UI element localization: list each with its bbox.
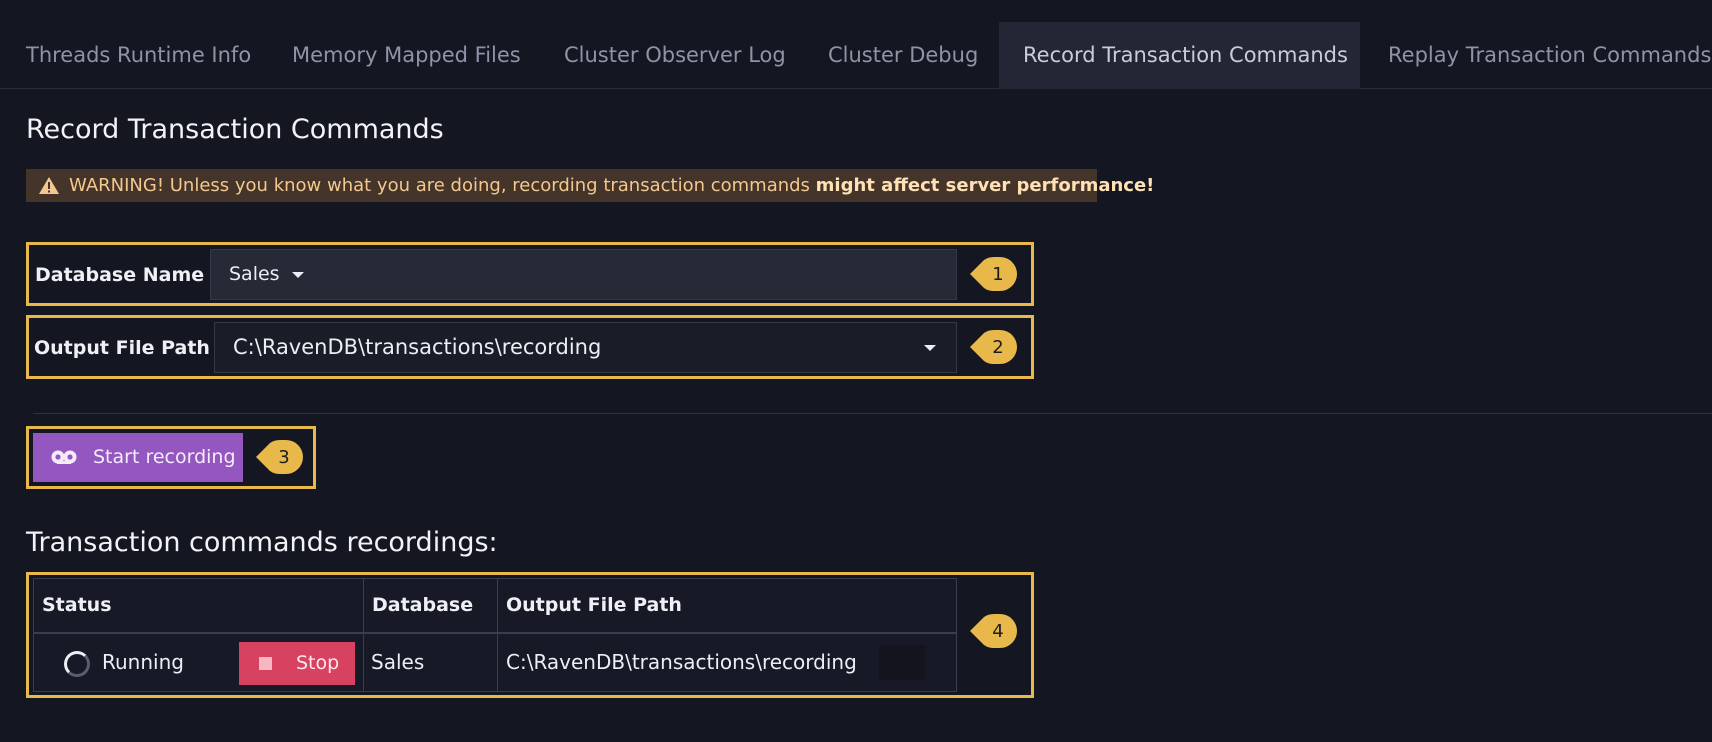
tab-cluster-debug[interactable]: Cluster Debug [828,22,978,89]
tab-replay-transaction-commands[interactable]: Replay Transaction Commands [1388,22,1711,89]
stop-button[interactable]: Stop [239,642,355,685]
column-divider [363,579,364,691]
database-name-label: Database Name [35,264,205,286]
output-file-path-input[interactable]: C:\RavenDB\transactions\recording [214,322,957,373]
tab-threads-runtime-info[interactable]: Threads Runtime Info [26,22,251,89]
warning-emphasis: might affect server performance! [815,175,1155,196]
warning-triangle-icon [39,177,59,194]
loading-spinner-icon [64,651,90,677]
callout-3: 3 [256,440,303,474]
callout-1: 1 [970,257,1017,291]
tab-memory-mapped-files[interactable]: Memory Mapped Files [292,22,521,89]
recording-database: Sales [371,650,425,674]
start-recording-label: Start recording [93,446,236,468]
output-file-path-label: Output File Path [34,337,210,359]
database-select-value: Sales [229,263,280,285]
database-select[interactable]: Sales [210,249,957,300]
tab-bar: Threads Runtime Info Memory Mapped Files… [0,22,1712,89]
output-file-path-value: C:\RavenDB\transactions\recording [233,335,602,359]
column-header-database: Database [372,594,474,616]
chevron-down-icon [291,271,304,278]
page-title: Record Transaction Commands [26,114,444,145]
recordings-title: Transaction commands recordings: [26,527,498,558]
warning-text: WARNING! Unless you know what you are do… [69,175,816,196]
record-icon [51,450,77,464]
recordings-table: Status Database Output File Path Running… [33,578,957,692]
column-divider [497,579,498,691]
recording-path: C:\RavenDB\transactions\recording [506,650,857,674]
callout-4: 4 [970,614,1017,648]
callout-1-number: 1 [992,264,1003,285]
callout-2: 2 [970,330,1017,364]
recording-status: Running [102,650,184,674]
warning-banner: WARNING! Unless you know what you are do… [26,169,1154,202]
tab-record-transaction-commands[interactable]: Record Transaction Commands [999,22,1360,89]
stop-label: Stop [296,652,340,674]
start-recording-button[interactable]: Start recording [33,433,243,482]
section-divider [33,413,1712,414]
callout-4-number: 4 [992,621,1003,642]
chevron-down-icon[interactable] [924,345,936,351]
copy-button[interactable] [879,645,925,680]
callout-3-number: 3 [278,447,289,468]
tab-cluster-observer-log[interactable]: Cluster Observer Log [564,22,786,89]
column-header-status: Status [42,594,112,616]
callout-2-number: 2 [992,337,1003,358]
stop-icon [259,657,272,670]
column-header-output-file-path: Output File Path [506,594,682,616]
